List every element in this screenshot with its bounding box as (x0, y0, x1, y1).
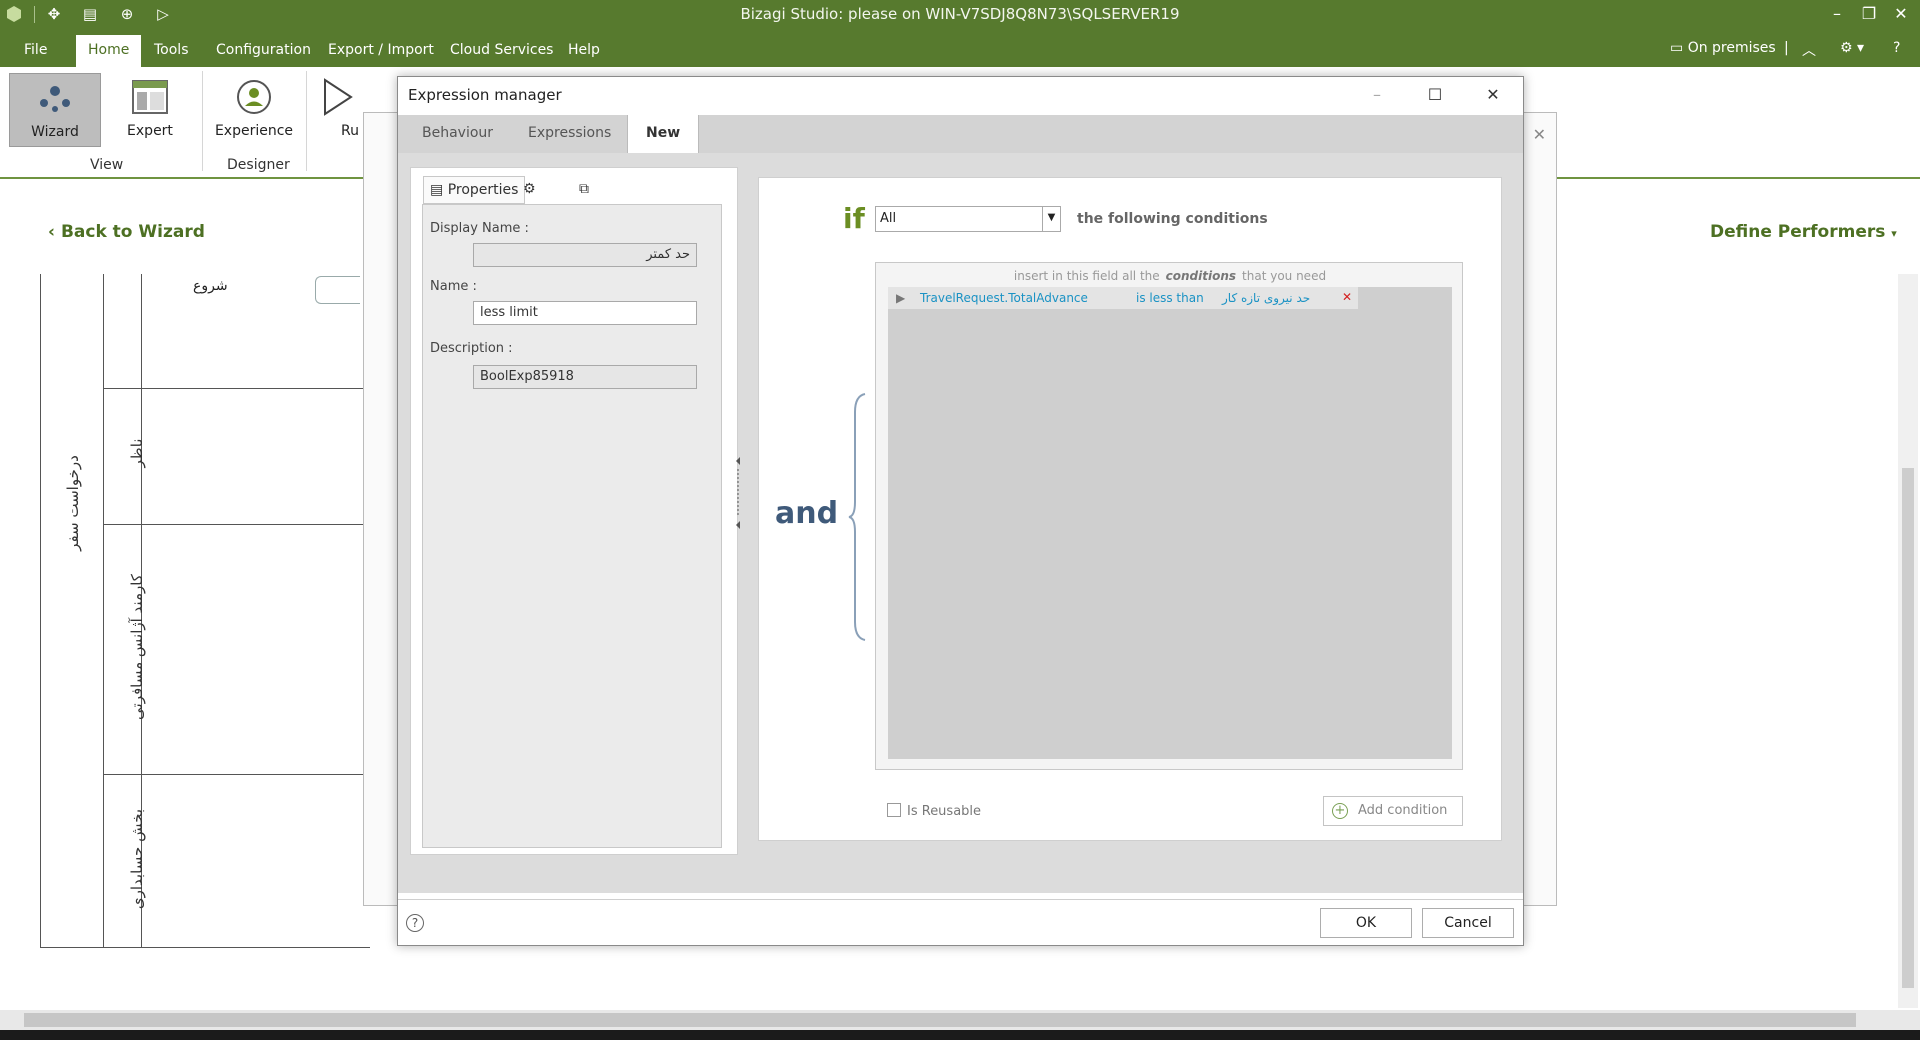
conditions-drop-area[interactable]: ▶ TravelRequest.TotalAdvance is less tha… (888, 287, 1452, 759)
expression-manager-dialog: Expression manager – ☐ ✕ Behaviour Expre… (397, 76, 1524, 946)
condition-match-select[interactable]: All ▼ (875, 206, 1061, 232)
condition-row[interactable]: ▶ TravelRequest.TotalAdvance is less tha… (888, 287, 1358, 309)
start-event-label: شروع (193, 278, 228, 294)
taskbar (0, 1030, 1920, 1040)
expand-arrow-icon[interactable]: ▶ (896, 291, 905, 305)
start-connector (315, 276, 360, 304)
checkbox-icon (887, 803, 901, 817)
expert-button[interactable]: Expert (104, 73, 196, 147)
menu-file[interactable]: File (12, 35, 59, 67)
tab-new[interactable]: New (627, 115, 700, 153)
menu-home[interactable]: Home (76, 35, 142, 67)
condition-operator[interactable]: is less than (1136, 291, 1204, 305)
dialog-close-button[interactable]: ✕ (1478, 83, 1508, 107)
dialog-body: ▤ Properties ⚙ ⧉ Display Name : حد کمتر … (398, 153, 1523, 893)
menu-bar: File Home Tools Configuration Export / I… (0, 29, 1920, 67)
group-designer-label: Designer (227, 157, 290, 173)
dialog-maximize-button[interactable]: ☐ (1420, 83, 1450, 107)
lane-label-accounting: بخش حسابداری (128, 808, 146, 910)
dialog-tabs: Behaviour Expressions New (398, 115, 1523, 153)
back-to-wizard-link[interactable]: ‹ Back to Wizard (48, 222, 205, 242)
caret-down-icon: ▾ (1891, 227, 1897, 240)
dropdown-arrow-icon: ▼ (1042, 207, 1060, 231)
help-icon[interactable]: ? (1893, 40, 1900, 56)
title-bar: ✥ ▤ ⊕ ▷ Bizagi Studio: please on WIN-V7S… (0, 0, 1920, 29)
experience-button[interactable]: Experience (208, 73, 300, 147)
panel-splitter[interactable] (734, 453, 742, 533)
settings-tab-gear-icon[interactable]: ⚙ (523, 176, 536, 204)
chevron-left-icon: ‹ (48, 222, 61, 242)
display-name-field[interactable]: حد کمتر (473, 243, 697, 267)
separator: | (1784, 40, 1789, 56)
restore-button[interactable]: ❐ (1854, 2, 1884, 26)
wizard-button[interactable]: Wizard (9, 73, 101, 147)
help-circle-icon[interactable]: ? (406, 914, 424, 932)
run-icon (317, 77, 357, 117)
menu-export-import[interactable]: Export / Import (316, 35, 446, 67)
dialog-footer: ? OK Cancel (398, 899, 1523, 945)
plus-circle-icon: + (1332, 803, 1348, 819)
experience-icon (234, 77, 274, 117)
collapse-ribbon-icon[interactable]: ︿ (1802, 40, 1816, 60)
vertical-scrollbar[interactable] (1898, 274, 1918, 1008)
minimize-button[interactable]: – (1822, 2, 1852, 26)
menu-cloud-services[interactable]: Cloud Services (438, 35, 565, 67)
document-icon: ▤ (430, 182, 444, 198)
monitor-icon: ▭ (1670, 40, 1684, 56)
menu-configuration[interactable]: Configuration (204, 35, 323, 67)
ok-button[interactable]: OK (1320, 908, 1412, 938)
following-conditions-label: the following conditions (1077, 211, 1268, 227)
description-field[interactable]: BoolExp85918 (473, 365, 697, 389)
pool-label: درخواست سفر (64, 455, 82, 551)
export-tab-icon[interactable]: ⧉ (579, 176, 589, 204)
condition-value[interactable]: حد نیروی تازه کار (1222, 291, 1310, 305)
is-reusable-checkbox[interactable]: Is Reusable (887, 803, 981, 819)
tab-behaviour[interactable]: Behaviour (404, 115, 511, 153)
group-view-label: View (90, 157, 124, 173)
conditions-hint: insert in this field all the conditions th… (1013, 269, 1327, 283)
name-field[interactable]: less limit (473, 301, 697, 325)
run-button[interactable]: Ru (312, 73, 362, 147)
brace-icon (848, 393, 866, 641)
dialog-title: Expression manager (408, 86, 562, 104)
conditions-box: insert in this field all the conditions th… (875, 262, 1463, 770)
horizontal-scrollbar[interactable] (0, 1010, 1920, 1030)
settings-gear-icon[interactable]: ⚙ ▾ (1840, 40, 1864, 56)
tab-expressions[interactable]: Expressions (510, 115, 629, 153)
lane-label-supervisor: ناظر (128, 438, 146, 468)
properties-form: Display Name : حد کمتر Name : less limit… (422, 204, 722, 848)
properties-tab[interactable]: ▤ Properties (423, 176, 526, 204)
menu-help[interactable]: Help (556, 35, 612, 67)
menu-tools[interactable]: Tools (142, 35, 201, 67)
description-label: Description : (430, 341, 513, 356)
display-name-label: Display Name : (430, 221, 529, 236)
properties-panel: ▤ Properties ⚙ ⧉ Display Name : حد کمتر … (410, 167, 738, 855)
and-label: and (775, 496, 839, 531)
background-close-icon[interactable]: ✕ (1533, 125, 1546, 144)
process-pool: درخواست سفر ناظر کارمند آژانس مسافرتی بخ… (40, 274, 371, 948)
if-label: if (843, 202, 865, 235)
window-title: Bizagi Studio: please on WIN-V7SDJ8Q8N73… (740, 5, 1180, 23)
lane-label-agency: کارمند آژانس مسافرتی (128, 574, 146, 720)
remove-condition-icon[interactable]: ✕ (1342, 290, 1352, 304)
on-premises-status[interactable]: ▭ On premises (1670, 40, 1776, 56)
expert-icon (130, 77, 170, 117)
wizard-icon (35, 78, 75, 118)
close-button[interactable]: ✕ (1886, 2, 1916, 26)
name-label: Name : (430, 279, 477, 294)
cancel-button[interactable]: Cancel (1422, 908, 1514, 938)
define-performers-dropdown[interactable]: Define Performers ▾ (1710, 222, 1897, 242)
add-condition-button[interactable]: + Add condition (1323, 796, 1463, 826)
on-premises-label: On premises (1687, 40, 1776, 56)
condition-attribute[interactable]: TravelRequest.TotalAdvance (920, 291, 1088, 305)
conditions-panel: if All ▼ the following conditions and in… (758, 177, 1502, 841)
dialog-minimize-button[interactable]: – (1362, 83, 1392, 107)
